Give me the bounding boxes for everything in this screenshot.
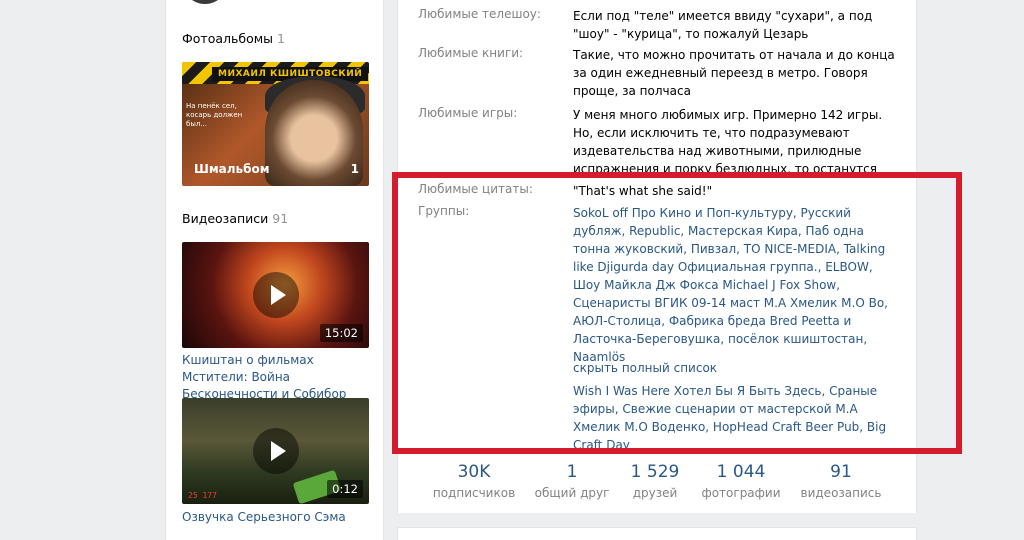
video-duration: 0:12 xyxy=(327,480,363,498)
counter-value: 30K xyxy=(457,462,491,482)
counter-value: 91 xyxy=(830,462,852,482)
videos-title: Видеозаписи xyxy=(182,211,269,226)
left-column: Фотоальбомы 1 МИХАИЛ КШИШТОВСКИЙ На пенёк… xyxy=(165,0,384,540)
counter-videos[interactable]: 91 видеозапись xyxy=(791,462,891,500)
counter-value: 1 044 xyxy=(716,462,766,482)
avatar[interactable] xyxy=(182,0,228,4)
video-thumbnail-1[interactable]: 15:02 xyxy=(182,242,369,348)
album-small-text: На пенёк сел, косарь должен был... xyxy=(186,102,243,128)
play-icon[interactable] xyxy=(252,428,299,474)
next-panel xyxy=(397,527,917,540)
info-value: Если под "теле" имеется ввиду "сухари", … xyxy=(573,9,873,41)
video-title-2[interactable]: Озвучка Серьезного Сэма xyxy=(182,509,378,526)
video-thumbnail-2[interactable]: 25 177 0:12 xyxy=(182,398,369,504)
info-value: Такие, что можно прочитать от начала и д… xyxy=(573,48,895,98)
videos-count: 91 xyxy=(272,211,289,226)
portrait-graphic xyxy=(265,80,363,186)
videos-header[interactable]: Видеозаписи 91 xyxy=(182,211,288,226)
counter-photos[interactable]: 1 044 фотографии xyxy=(691,462,791,500)
album-caption: Шмальбом xyxy=(194,162,270,176)
video-duration: 15:02 xyxy=(319,324,363,342)
play-icon[interactable] xyxy=(252,272,299,318)
highlight-box xyxy=(392,172,962,454)
video-title-1[interactable]: Кшиштан о фильмах Мстители: Война Бескон… xyxy=(182,352,378,403)
info-label: Любимые игры: xyxy=(418,106,518,120)
counter-label: видеозапись xyxy=(800,486,882,500)
game-hud-text: 25 177 xyxy=(188,491,217,500)
album-photo-count: 1 xyxy=(350,162,359,176)
photo-album-thumbnail[interactable]: МИХАИЛ КШИШТОВСКИЙ На пенёк сел, косарь … xyxy=(182,62,369,186)
photo-albums-count: 1 xyxy=(277,31,285,46)
counter-label: подписчиков xyxy=(432,486,516,500)
info-value: У меня много любимых игр. Примерно 142 и… xyxy=(573,108,883,172)
info-label: Любимые книги: xyxy=(418,46,524,60)
photo-albums-title: Фотоальбомы xyxy=(182,31,274,46)
counter-followers[interactable]: 30K подписчиков xyxy=(424,462,524,500)
counter-label: фотографии xyxy=(701,486,781,500)
info-label: Любимые телешоу: xyxy=(418,7,541,21)
photo-albums-header[interactable]: Фотоальбомы 1 xyxy=(182,31,285,46)
counter-label: друзей xyxy=(632,486,678,500)
profile-counters: 30K подписчиков 1 общий друг 1 529 друзе… xyxy=(398,462,916,506)
counter-value: 1 529 xyxy=(630,462,680,482)
counter-friends[interactable]: 1 529 друзей xyxy=(605,462,705,500)
